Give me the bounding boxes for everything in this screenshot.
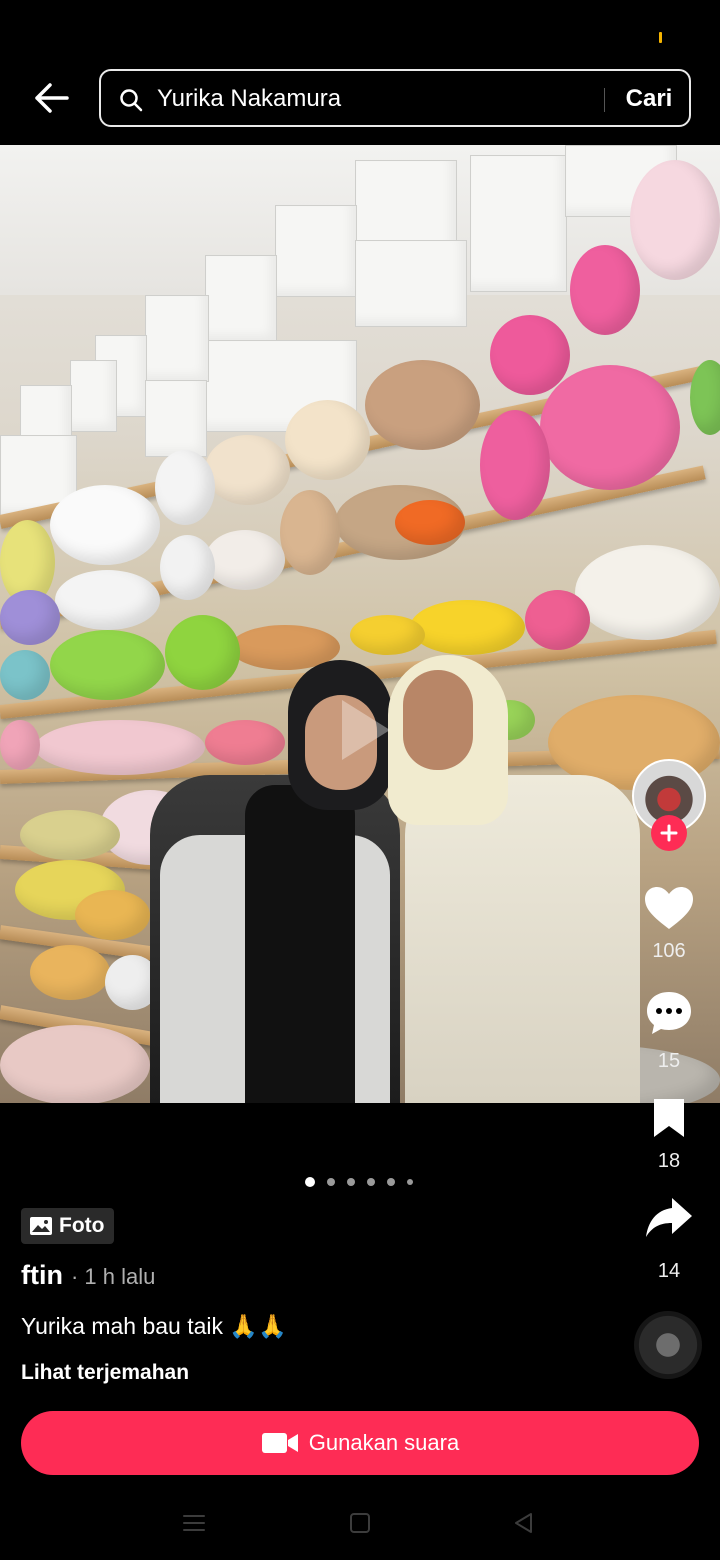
- photo-plush: [20, 810, 120, 860]
- photo-plush: [30, 945, 110, 1000]
- photo-plush: [0, 1025, 150, 1103]
- photo-plush: [570, 245, 640, 335]
- nav-home-button[interactable]: [340, 1505, 380, 1541]
- plus-icon: [660, 824, 678, 842]
- like-button[interactable]: [641, 880, 697, 936]
- carousel-dot: [347, 1178, 355, 1186]
- photo-type-label: Foto: [59, 1214, 105, 1237]
- photo-plush: [395, 500, 465, 545]
- photo-type-badge: Foto: [21, 1208, 115, 1244]
- carousel-indicator: [305, 1177, 413, 1187]
- photo-box: [205, 255, 277, 342]
- photo-icon: [30, 1217, 52, 1235]
- photo-plush: [155, 450, 215, 525]
- photo-plush: [480, 410, 550, 520]
- photo-plush: [55, 570, 160, 630]
- menu-icon: [183, 1515, 205, 1531]
- search-divider: [604, 88, 605, 112]
- photo-plush: [205, 720, 285, 765]
- photo-plush: [50, 485, 160, 565]
- carousel-dot: [367, 1178, 375, 1186]
- photo-plush: [205, 530, 285, 590]
- photo-plush: [630, 160, 720, 280]
- photo-box: [275, 205, 357, 297]
- heart-icon: [645, 887, 693, 929]
- bookmark-button[interactable]: [641, 1090, 697, 1146]
- photo-plush: [285, 400, 370, 480]
- photo-plush: [205, 435, 290, 505]
- photo-plush: [575, 545, 720, 640]
- translate-link[interactable]: Lihat terjemahan: [21, 1361, 189, 1385]
- carousel-dot: [327, 1178, 335, 1186]
- back-button[interactable]: [28, 76, 76, 120]
- bookmark-icon: [654, 1099, 684, 1137]
- photo-plush: [35, 720, 205, 775]
- post-photo[interactable]: [0, 145, 720, 1103]
- comment-count: 15: [657, 1050, 681, 1072]
- author-row: ftin · 1 h lalu: [21, 1260, 155, 1291]
- post-time: · 1 h lalu: [70, 1264, 156, 1289]
- photo-box: [145, 295, 209, 382]
- search-button[interactable]: Cari: [621, 83, 677, 115]
- photo-plush: [75, 890, 150, 940]
- photo-plush: [690, 360, 720, 435]
- back-triangle-icon: [515, 1513, 532, 1533]
- follow-button[interactable]: [651, 815, 687, 851]
- photo-plush: [160, 535, 215, 600]
- photo-plush: [540, 365, 680, 490]
- author-name[interactable]: ftin: [21, 1260, 63, 1291]
- photo-plush: [490, 315, 570, 395]
- carousel-dot-active: [305, 1177, 315, 1187]
- back-arrow-icon: [35, 83, 69, 113]
- photo-box: [145, 380, 207, 457]
- nav-menu-button[interactable]: [174, 1505, 214, 1541]
- photo-box: [355, 240, 467, 327]
- photo-plush: [410, 600, 525, 655]
- share-icon: [646, 1198, 692, 1237]
- status-indicator: [659, 32, 662, 43]
- play-icon[interactable]: [320, 690, 400, 770]
- photo-plush: [525, 590, 590, 650]
- bookmark-count: 18: [657, 1150, 681, 1172]
- video-camera-icon: [261, 1433, 298, 1453]
- photo-box: [70, 360, 117, 432]
- photo-box: [470, 155, 567, 292]
- photo-plush: [365, 360, 480, 450]
- photo-plush: [0, 590, 60, 645]
- photo-plush: [280, 490, 340, 575]
- nav-back-button[interactable]: [504, 1505, 544, 1541]
- share-count: 14: [657, 1260, 681, 1282]
- photo-plush: [165, 615, 240, 690]
- photo-plush: [50, 630, 165, 700]
- search-icon: [120, 89, 143, 112]
- photo-plush: [0, 720, 40, 770]
- post-caption: Yurika mah bau taik 🙏🙏: [21, 1313, 287, 1339]
- carousel-dot: [387, 1178, 395, 1186]
- share-button[interactable]: [641, 1190, 697, 1246]
- photo-plush: [350, 615, 425, 655]
- home-square-icon: [350, 1513, 370, 1533]
- use-sound-button[interactable]: Gunakan suara: [21, 1411, 699, 1475]
- comment-icon: [647, 992, 691, 1034]
- photo-person-scarf: [245, 785, 355, 1103]
- like-count: 106: [652, 940, 686, 962]
- photo-plush: [0, 650, 50, 700]
- comment-button[interactable]: [641, 985, 697, 1041]
- carousel-dot: [407, 1179, 413, 1185]
- music-disc[interactable]: [634, 1311, 702, 1379]
- search-bar[interactable]: Yurika Nakamura Cari: [99, 69, 691, 127]
- use-sound-label: Gunakan suara: [308, 1430, 460, 1455]
- search-input[interactable]: Yurika Nakamura: [157, 85, 341, 113]
- photo-person-face: [403, 670, 473, 770]
